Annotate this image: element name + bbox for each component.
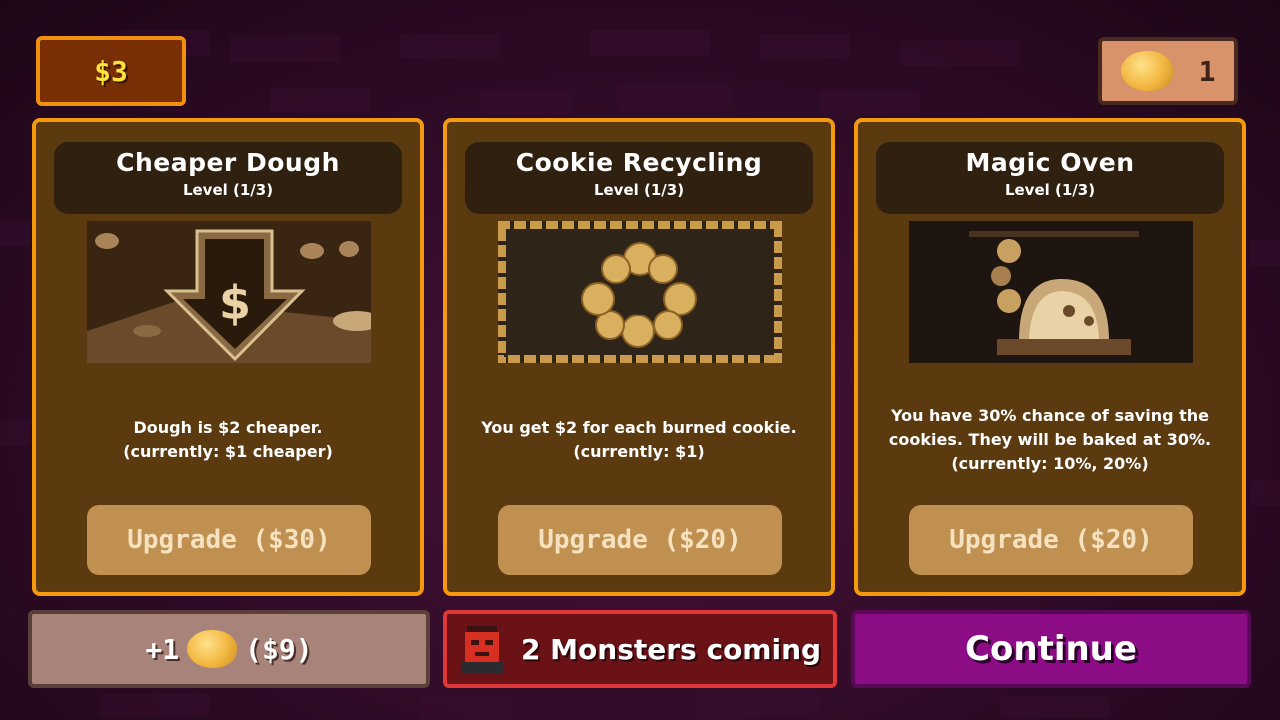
card-title: Cookie Recycling [515,148,763,177]
dough-inventory: 1 [1098,37,1238,105]
buy-dough-price: ($9) [245,632,313,666]
buy-dough-button[interactable]: +1 ($9) [28,610,430,688]
continue-button[interactable]: Continue [851,610,1251,688]
card-level: Level (1/3) [1004,181,1096,199]
dough-count-value: 1 [1198,54,1216,88]
recycle-cookie-icon [498,221,782,363]
description-line: cookies. They will be baked at 30%. [888,430,1212,449]
card-level: Level (1/3) [593,181,685,199]
upgrade-card-magic-oven: Magic Oven Level (1/3) You have 30% chan… [854,118,1246,596]
description-line: Dough is $2 cheaper. [133,418,323,437]
upgrade-button-magic-oven[interactable]: Upgrade ($20) [909,505,1193,575]
monsters-warning: 2 Monsters coming [443,610,837,688]
card-level: Level (1/3) [182,181,274,199]
svg-text:$: $ [219,276,251,330]
card-title: Cheaper Dough [116,148,340,177]
card-description: You get $2 for each burned cookie. (curr… [463,390,815,490]
monsters-label: 2 Monsters coming [520,632,822,666]
upgrade-button-cheaper-dough[interactable]: Upgrade ($30) [87,505,371,575]
dough-icon [187,630,238,668]
buy-dough-amount: +1 [145,632,180,666]
description-line: (currently: $1) [573,442,705,461]
monster-face-icon [460,626,503,674]
description-line: You get $2 for each burned cookie. [481,418,797,437]
card-header: Cookie Recycling Level (1/3) [465,142,813,214]
card-description: You have 30% chance of saving the cookie… [874,390,1226,490]
dollar-down-arrow-icon: $ [87,221,371,363]
card-header: Magic Oven Level (1/3) [876,142,1224,214]
money-display: $3 [36,36,186,106]
dough-icon [1120,51,1173,91]
description-line: (currently: 10%, 20%) [951,454,1149,473]
description-line: You have 30% chance of saving the [890,406,1209,425]
magic-oven-icon [909,221,1193,363]
upgrade-button-cookie-recycling[interactable]: Upgrade ($20) [498,505,782,575]
upgrade-card-cheaper-dough: Cheaper Dough Level (1/3) $ Dough is $2 … [32,118,424,596]
description-line: (currently: $1 cheaper) [123,442,333,461]
upgrade-card-cookie-recycling: Cookie Recycling Level (1/3) You get $2 … [443,118,835,596]
card-title: Magic Oven [965,148,1135,177]
card-description: Dough is $2 cheaper. (currently: $1 chea… [52,390,404,490]
card-header: Cheaper Dough Level (1/3) [54,142,402,214]
